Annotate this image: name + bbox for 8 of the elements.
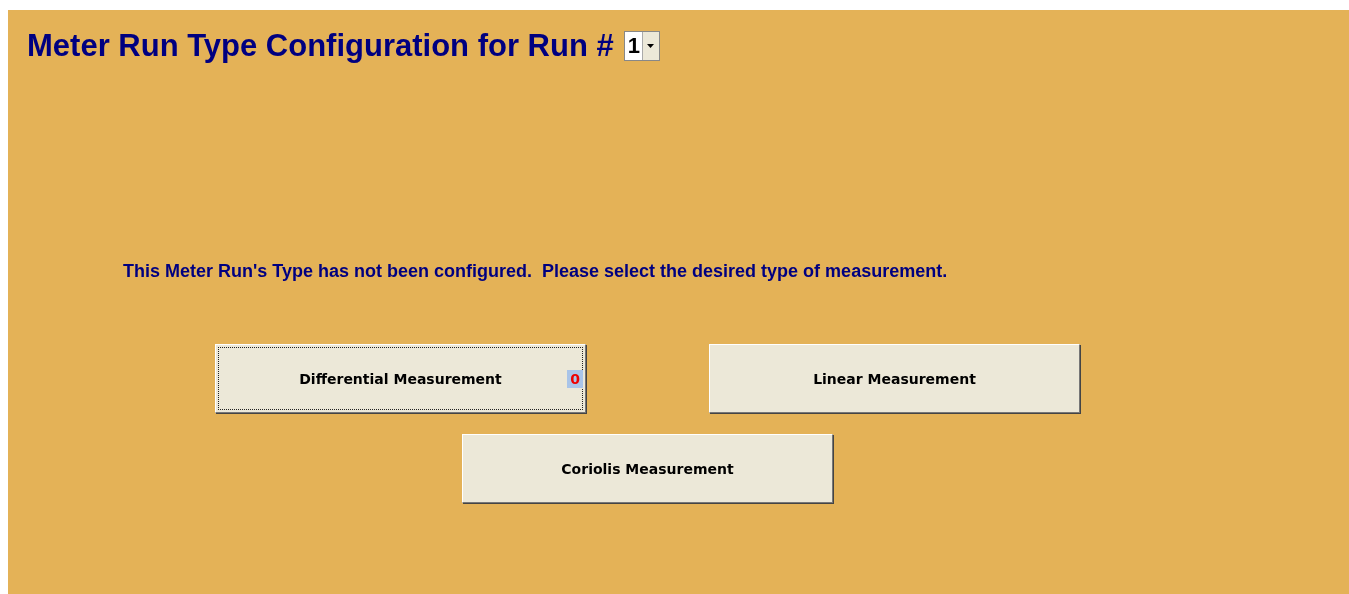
count-badge: 0	[567, 370, 583, 388]
measurement-button[interactable]: Linear Measurement	[709, 344, 1080, 413]
measurement-button[interactable]: Differential Measurement 0	[215, 344, 586, 413]
run-select[interactable]: 1	[623, 31, 660, 61]
dropdown-arrow-icon	[647, 44, 655, 48]
status-message: This Meter Run's Type has not been configured. Please select the desired type of measurement.	[123, 261, 949, 282]
measurement-button[interactable]: Coriolis Measurement	[462, 434, 833, 503]
page-title: Meter Run Type Configuration for Run #	[27, 28, 614, 64]
